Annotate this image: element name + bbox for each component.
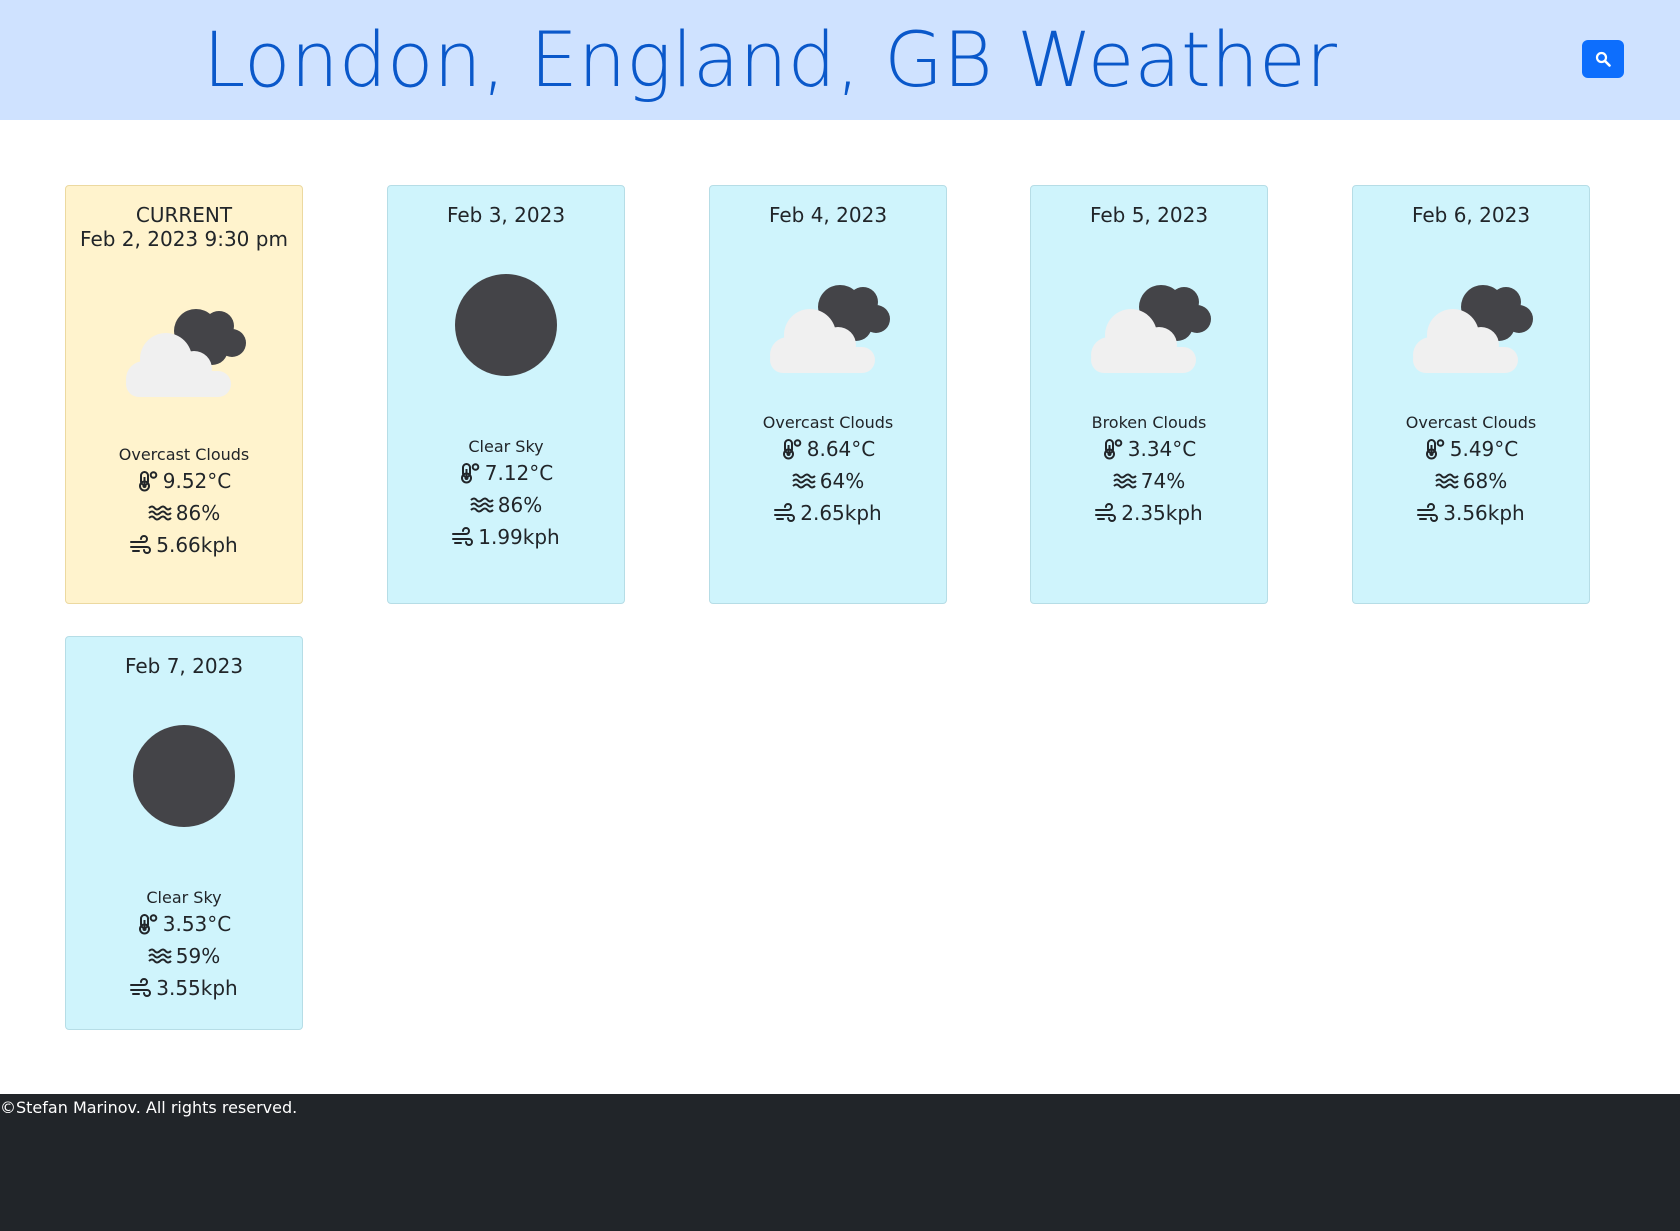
- card-date: Feb 7, 2023: [124, 654, 244, 678]
- temperature-value: 9.52°C: [162, 469, 232, 493]
- wind-icon: [1095, 503, 1117, 522]
- forecast-card: Feb 5, 2023 Broken Clouds 3.34°C 74% 2.3…: [1030, 185, 1268, 604]
- wind-value: 5.66kph: [156, 533, 238, 557]
- wind-icon: [452, 527, 474, 546]
- search-button[interactable]: [1582, 40, 1624, 78]
- temperature-row: 3.34°C: [1031, 433, 1267, 465]
- wind-value: 2.65kph: [800, 501, 882, 525]
- humidity-waves-icon: [148, 505, 172, 521]
- weather-description: Overcast Clouds: [1405, 413, 1537, 432]
- humidity-value: 59%: [175, 944, 221, 968]
- humidity-row: 86%: [66, 497, 302, 529]
- temperature-row: 7.12°C: [388, 457, 624, 489]
- wind-row: 3.55kph: [66, 972, 302, 1004]
- temperature-value: 3.34°C: [1127, 437, 1197, 461]
- card-date: Feb 6, 2023: [1411, 203, 1531, 227]
- wind-row: 2.35kph: [1031, 497, 1267, 529]
- temperature-row: 9.52°C: [66, 465, 302, 497]
- card-date: Feb 2, 2023 9:30 pm: [80, 227, 288, 251]
- humidity-waves-icon: [792, 473, 816, 489]
- humidity-waves-icon: [1113, 473, 1137, 489]
- weather-description: Clear Sky: [146, 888, 222, 907]
- wind-value: 3.55kph: [156, 976, 238, 1000]
- wind-row: 3.56kph: [1353, 497, 1589, 529]
- broken-clouds-icon: [1091, 285, 1211, 373]
- wind-row: 2.65kph: [710, 497, 946, 529]
- humidity-waves-icon: [470, 497, 494, 513]
- wind-value: 3.56kph: [1443, 501, 1525, 525]
- weather-description: Broken Clouds: [1091, 413, 1207, 432]
- search-icon: [1595, 51, 1611, 67]
- weather-description: Overcast Clouds: [762, 413, 894, 432]
- humidity-value: 68%: [1462, 469, 1508, 493]
- temperature-value: 3.53°C: [162, 912, 232, 936]
- page-title: London, England, GB Weather: [203, 15, 1337, 104]
- weather-description: Clear Sky: [468, 437, 544, 456]
- temperature-row: 8.64°C: [710, 433, 946, 465]
- overcast-clouds-icon: [1413, 285, 1533, 373]
- weather-description: Overcast Clouds: [118, 445, 250, 464]
- page-header: London, England, GB Weather: [0, 0, 1680, 120]
- wind-row: 5.66kph: [66, 529, 302, 561]
- wind-icon: [1417, 503, 1439, 522]
- humidity-waves-icon: [148, 948, 172, 964]
- thermometer-icon: [138, 914, 158, 935]
- wind-icon: [130, 978, 152, 997]
- thermometer-icon: [782, 439, 802, 460]
- forecast-card: Feb 3, 2023 Clear Sky 7.12°C 86% 1.99kph: [387, 185, 625, 604]
- clear-sky-icon: [455, 274, 557, 376]
- page-footer: ©Stefan Marinov. All rights reserved.: [0, 1094, 1680, 1231]
- copyright-text: ©Stefan Marinov. All rights reserved.: [0, 1098, 298, 1117]
- humidity-waves-icon: [1435, 473, 1459, 489]
- thermometer-icon: [460, 463, 480, 484]
- card-label: CURRENT: [135, 203, 233, 227]
- thermometer-icon: [1425, 439, 1445, 460]
- card-date: Feb 4, 2023: [768, 203, 888, 227]
- temperature-value: 5.49°C: [1449, 437, 1519, 461]
- clear-sky-icon: [133, 725, 235, 827]
- humidity-value: 86%: [175, 501, 221, 525]
- humidity-row: 64%: [710, 465, 946, 497]
- card-date: Feb 5, 2023: [1089, 203, 1209, 227]
- overcast-clouds-icon: [126, 309, 246, 397]
- wind-icon: [130, 535, 152, 554]
- temperature-value: 8.64°C: [806, 437, 876, 461]
- wind-icon: [774, 503, 796, 522]
- forecast-card: Feb 6, 2023 Overcast Clouds 5.49°C 68% 3…: [1352, 185, 1590, 604]
- humidity-row: 74%: [1031, 465, 1267, 497]
- overcast-clouds-icon: [770, 285, 890, 373]
- temperature-row: 3.53°C: [66, 908, 302, 940]
- current-weather-card: CURRENT Feb 2, 2023 9:30 pm Overcast Clo…: [65, 185, 303, 604]
- humidity-row: 59%: [66, 940, 302, 972]
- temperature-row: 5.49°C: [1353, 433, 1589, 465]
- card-date: Feb 3, 2023: [446, 203, 566, 227]
- humidity-value: 64%: [819, 469, 865, 493]
- wind-value: 2.35kph: [1121, 501, 1203, 525]
- humidity-value: 86%: [497, 493, 543, 517]
- wind-value: 1.99kph: [478, 525, 560, 549]
- forecast-card: Feb 4, 2023 Overcast Clouds 8.64°C 64% 2…: [709, 185, 947, 604]
- thermometer-icon: [1103, 439, 1123, 460]
- wind-row: 1.99kph: [388, 521, 624, 553]
- thermometer-icon: [138, 471, 158, 492]
- humidity-row: 68%: [1353, 465, 1589, 497]
- forecast-card: Feb 7, 2023 Clear Sky 3.53°C 59% 3.55kph: [65, 636, 303, 1030]
- humidity-value: 74%: [1140, 469, 1186, 493]
- temperature-value: 7.12°C: [484, 461, 554, 485]
- humidity-row: 86%: [388, 489, 624, 521]
